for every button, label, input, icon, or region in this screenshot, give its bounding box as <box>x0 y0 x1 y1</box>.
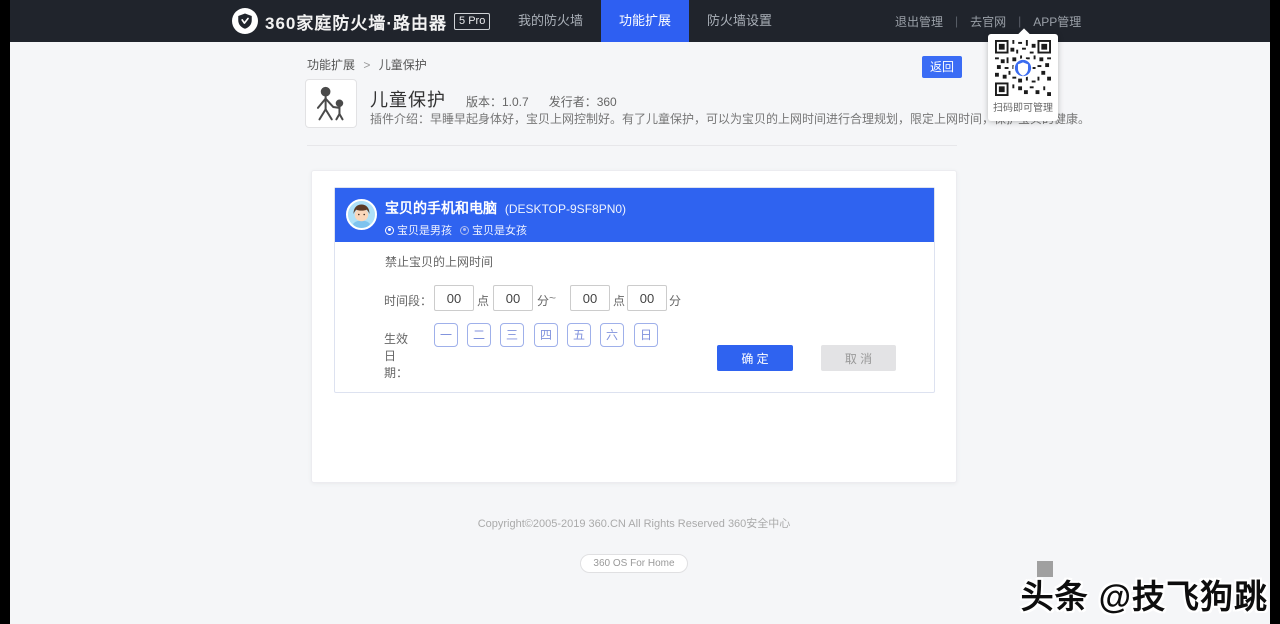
shield-logo-icon <box>232 8 258 34</box>
time-period-row: 时间段： 点 分 ~ 点 分 <box>335 285 934 311</box>
os-badge: 360 OS For Home <box>580 554 687 573</box>
section-label: 禁止宝贝的上网时间 <box>385 253 493 270</box>
plugin-title-row: 儿童保护 版本：1.0.7 发行者：360 <box>370 86 617 112</box>
radio-girl-label: 宝贝是女孩 <box>472 222 527 238</box>
app-manage-link[interactable]: APP管理 <box>1021 13 1093 30</box>
child-protection-card: 宝贝的手机和电脑 (DESKTOP-9SF8PN0) 宝贝是男孩 宝贝是女孩 <box>311 170 957 483</box>
radio-boy[interactable]: 宝贝是男孩 <box>385 222 452 238</box>
logout-link[interactable]: 退出管理 <box>883 13 955 30</box>
effective-days-label: 生效日期： <box>384 330 408 381</box>
day-button-sat[interactable]: 六 <box>600 323 624 347</box>
day-button-fri[interactable]: 五 <box>567 323 591 347</box>
radio-selected-icon <box>385 226 394 235</box>
radio-unselected-icon <box>460 226 469 235</box>
nav-tab-my-firewall[interactable]: 我的防火墙 <box>500 0 601 42</box>
divider <box>307 145 957 146</box>
plugin-description: 插件介绍：早睡早起身体好，宝贝上网控制好。有了儿童保护，可以为宝贝的上网时间进行… <box>370 110 1090 127</box>
gender-radio-group: 宝贝是男孩 宝贝是女孩 <box>385 222 626 238</box>
logo-version-badge: 5 Pro <box>454 13 490 30</box>
device-card: 宝贝的手机和电脑 (DESKTOP-9SF8PN0) 宝贝是男孩 宝贝是女孩 <box>334 187 935 393</box>
day-button-sun[interactable]: 日 <box>634 323 658 347</box>
breadcrumb-current: 儿童保护 <box>379 58 427 72</box>
nav-tab-extensions[interactable]: 功能扩展 <box>601 0 689 42</box>
nav-tab-firewall-settings[interactable]: 防火墙设置 <box>689 0 790 42</box>
radio-girl[interactable]: 宝贝是女孩 <box>460 222 527 238</box>
logo-text: 360家庭防火墙·路由器 <box>265 9 447 34</box>
range-separator: ~ <box>549 291 556 305</box>
device-id: (DESKTOP-9SF8PN0) <box>505 202 626 216</box>
day-button-tue[interactable]: 二 <box>467 323 491 347</box>
plugin-publisher: 发行者：360 <box>549 93 617 110</box>
radio-boy-label: 宝贝是男孩 <box>397 222 452 238</box>
official-site-link[interactable]: 去官网 <box>958 13 1018 30</box>
watermark-text: 头条 @技飞狗跳 <box>1021 570 1268 618</box>
back-button[interactable]: 返回 <box>922 56 962 78</box>
end-hour-input[interactable] <box>570 285 610 311</box>
end-minute-input[interactable] <box>627 285 667 311</box>
minute-unit: 分 <box>537 292 549 309</box>
day-button-thu[interactable]: 四 <box>534 323 558 347</box>
cancel-button[interactable]: 取 消 <box>821 345 896 371</box>
hour-unit: 点 <box>477 292 489 309</box>
breadcrumb-separator: > <box>363 58 370 72</box>
start-hour-input[interactable] <box>434 285 474 311</box>
boy-avatar <box>346 199 377 230</box>
minute-unit: 分 <box>669 292 681 309</box>
page: 360家庭防火墙·路由器 5 Pro 我的防火墙 功能扩展 防火墙设置 退出管理… <box>10 0 1270 624</box>
qr-caption: 扫码即可管理 <box>988 99 1058 114</box>
app-qr-popup: 扫码即可管理 <box>988 34 1058 121</box>
day-button-wed[interactable]: 三 <box>500 323 524 347</box>
plugin-version: 版本：1.0.7 <box>466 93 529 110</box>
plugin-title: 儿童保护 <box>370 86 446 112</box>
logo: 360家庭防火墙·路由器 5 Pro <box>232 0 490 42</box>
device-title: 宝贝的手机和电脑 <box>385 200 497 216</box>
parent-child-icon <box>311 84 351 124</box>
device-header-text: 宝贝的手机和电脑 (DESKTOP-9SF8PN0) 宝贝是男孩 宝贝是女孩 <box>385 198 626 238</box>
breadcrumb-parent[interactable]: 功能扩展 <box>307 58 355 72</box>
device-card-header: 宝贝的手机和电脑 (DESKTOP-9SF8PN0) 宝贝是男孩 宝贝是女孩 <box>335 188 934 242</box>
confirm-button[interactable]: 确 定 <box>717 345 793 371</box>
plugin-icon-box <box>305 79 357 128</box>
start-minute-input[interactable] <box>493 285 533 311</box>
time-period-label: 时间段： <box>384 292 432 309</box>
breadcrumb: 功能扩展 > 儿童保护 <box>307 56 427 73</box>
footer: Copyright©2005-2019 360.CN All Rights Re… <box>311 515 957 573</box>
top-navbar: 360家庭防火墙·路由器 5 Pro 我的防火墙 功能扩展 防火墙设置 退出管理… <box>10 0 1270 42</box>
nav-tabs: 我的防火墙 功能扩展 防火墙设置 <box>500 0 790 42</box>
day-button-mon[interactable]: 一 <box>434 323 458 347</box>
copyright-text: Copyright©2005-2019 360.CN All Rights Re… <box>311 515 957 531</box>
hour-unit: 点 <box>613 292 625 309</box>
qr-code <box>995 40 1051 96</box>
